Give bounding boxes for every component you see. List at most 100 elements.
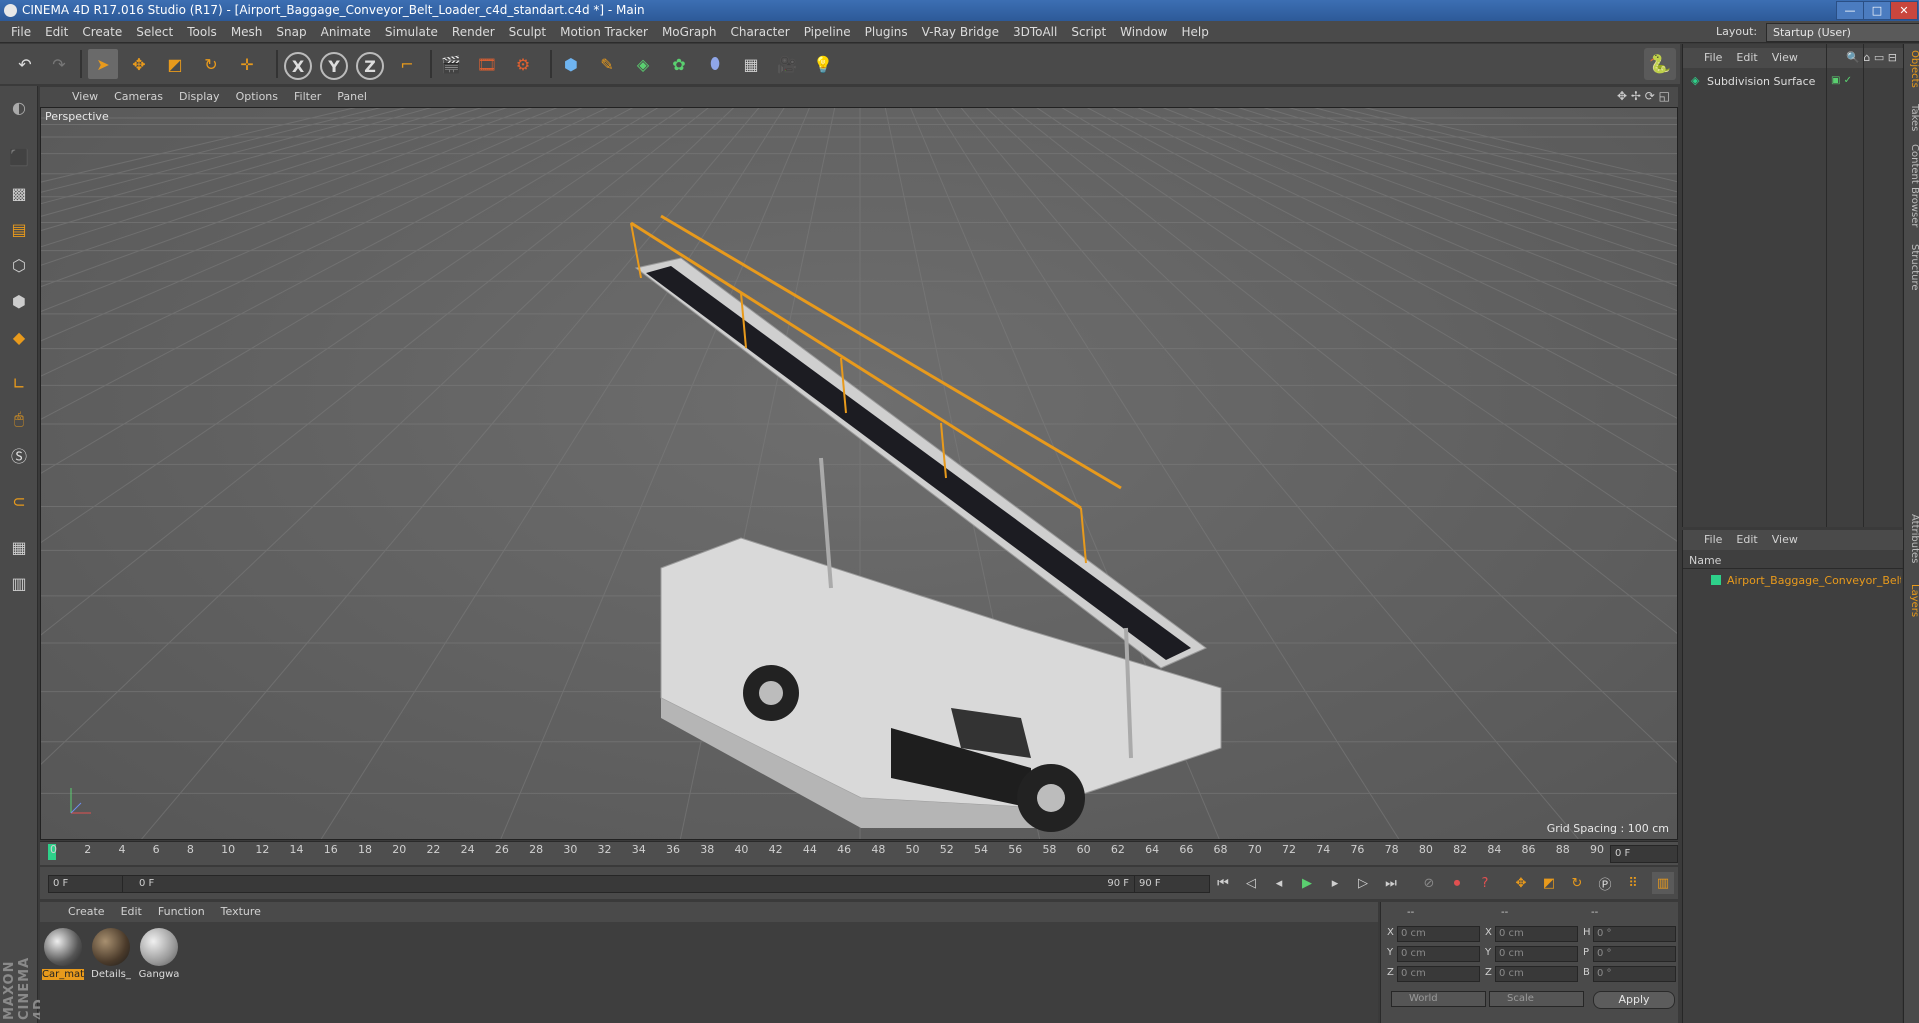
material-menu-edit[interactable]: Edit <box>113 902 150 922</box>
material-menu-function[interactable]: Function <box>150 902 213 922</box>
menu-animate[interactable]: Animate <box>314 21 378 43</box>
coord-value-field[interactable]: 0 cm <box>1495 946 1578 962</box>
viewport-menu-cameras[interactable]: Cameras <box>106 87 171 107</box>
frame-range-slider[interactable]: 0 F 90 F <box>122 875 1136 893</box>
python-icon[interactable]: 🐍 <box>1644 48 1676 80</box>
viewport-menu-options[interactable]: Options <box>228 87 286 107</box>
menu-render[interactable]: Render <box>445 21 502 43</box>
timeline-ruler[interactable]: 0 2 4 6 8 10 12 14 16 18 20 22 24 26 28 30 32 34 36 38 40 42 4… <box>40 841 1678 865</box>
material-menu-texture[interactable]: Texture <box>213 902 269 922</box>
menu-mesh[interactable]: Mesh <box>224 21 270 43</box>
record-keys-button[interactable]: ⊘ <box>1418 872 1440 894</box>
side-tab-takes[interactable]: Takes <box>1904 104 1919 131</box>
go-to-end-button[interactable]: ⏭ <box>1380 872 1402 894</box>
workplane-mode-button[interactable]: ▤ <box>4 214 34 244</box>
y-axis-button[interactable]: Y <box>320 52 348 80</box>
menu-script[interactable]: Script <box>1064 21 1113 43</box>
object-row-subdivision-surface[interactable]: ◈ Subdivision Surface <box>1683 72 1823 90</box>
menu-create[interactable]: Create <box>75 21 129 43</box>
objects-menu-view[interactable]: View <box>1765 48 1805 68</box>
floor-button[interactable]: ▦ <box>736 49 766 79</box>
menu-simulate[interactable]: Simulate <box>378 21 445 43</box>
side-tab-attributes[interactable]: Attributes <box>1904 514 1919 563</box>
object-toolbar-icons[interactable]: 🔍 ⌂ ▭ ⊟ <box>1846 51 1897 64</box>
menu-snap[interactable]: Snap <box>269 21 313 43</box>
layers-menu-file[interactable]: File <box>1697 530 1729 550</box>
side-tab-layers[interactable]: Layers <box>1904 584 1919 617</box>
key-parameter-button[interactable]: Ⓟ <box>1594 872 1616 894</box>
menu-edit[interactable]: Edit <box>38 21 75 43</box>
menu-v-ray-bridge[interactable]: V-Ray Bridge <box>915 21 1006 43</box>
transform-tool-button[interactable]: ✛ <box>232 49 262 79</box>
key-scale-button[interactable]: ◩ <box>1538 872 1560 894</box>
material-details[interactable]: Details_ <box>90 926 132 986</box>
end-frame-field[interactable]: 90 F <box>1134 875 1210 893</box>
play-button[interactable]: ▶ <box>1296 872 1318 894</box>
autokey-button[interactable]: ⏺ <box>1446 872 1468 894</box>
next-key-button[interactable]: ▷ <box>1352 872 1374 894</box>
menu-help[interactable]: Help <box>1174 21 1215 43</box>
menu-window[interactable]: Window <box>1113 21 1174 43</box>
previous-frame-button[interactable]: ◂ <box>1268 872 1290 894</box>
key-pla-button[interactable]: ⠿ <box>1622 872 1644 894</box>
menu-select[interactable]: Select <box>129 21 180 43</box>
texture-mode-button[interactable]: ▩ <box>4 178 34 208</box>
scale-tool-button[interactable]: ◩ <box>160 49 190 79</box>
cloner-button[interactable]: ✿ <box>664 49 694 79</box>
tweak-mode-button[interactable]: 🖱 <box>4 404 34 434</box>
select-tool-button[interactable]: ➤ <box>88 49 118 79</box>
visibility-check-icon[interactable]: ▣ ✓ <box>1831 75 1852 86</box>
edges-mode-button[interactable]: ⬢ <box>4 286 34 316</box>
go-to-start-button[interactable]: ⏮ <box>1212 872 1234 894</box>
layer-row[interactable]: Airport_Baggage_Conveyor_Belt_L <box>1683 572 1903 590</box>
render-view-button[interactable]: 🎬 <box>436 49 466 79</box>
menu-3dtoall[interactable]: 3DToAll <box>1006 21 1064 43</box>
previous-key-button[interactable]: ◁ <box>1240 872 1262 894</box>
camera-button[interactable]: 🎥 <box>772 49 802 79</box>
material-car-mat[interactable]: Car_mat <box>42 926 84 986</box>
coord-value-field[interactable]: 0 cm <box>1495 966 1578 982</box>
viewport-menu-filter[interactable]: Filter <box>286 87 329 107</box>
material-gangwa[interactable]: Gangwa <box>138 926 180 986</box>
timeline-button[interactable]: ▥ <box>1652 872 1674 894</box>
material-menu-create[interactable]: Create <box>60 902 113 922</box>
rotate-tool-button[interactable]: ↻ <box>196 49 226 79</box>
coord-value-field[interactable]: 0 cm <box>1397 946 1480 962</box>
key-position-button[interactable]: ✥ <box>1510 872 1532 894</box>
polygons-mode-button[interactable]: ◆ <box>4 322 34 352</box>
menu-sculpt[interactable]: Sculpt <box>502 21 553 43</box>
start-frame-field[interactable]: 0 F <box>48 875 124 893</box>
layers-menu-view[interactable]: View <box>1765 530 1805 550</box>
keyframe-selection-button[interactable]: ? <box>1474 872 1496 894</box>
layers-menu-edit[interactable]: Edit <box>1729 530 1764 550</box>
side-tab-content-browser[interactable]: Content Browser <box>1904 144 1919 227</box>
cube-object-button[interactable]: ⬢ <box>556 49 586 79</box>
lock-workplane-button[interactable]: ▦ <box>4 532 34 562</box>
model-mode-button[interactable]: ⬛ <box>4 142 34 172</box>
key-rotation-button[interactable]: ↻ <box>1566 872 1588 894</box>
coord-value-field[interactable]: 0 ° <box>1593 926 1676 942</box>
deformer-button[interactable]: ⬮ <box>700 49 730 79</box>
layout-select[interactable]: Startup (User)▾ <box>1766 23 1919 42</box>
coord-value-field[interactable]: 0 ° <box>1593 946 1676 962</box>
render-settings-button[interactable]: ⚙ <box>508 49 538 79</box>
z-axis-button[interactable]: Z <box>356 52 384 80</box>
menu-mograph[interactable]: MoGraph <box>655 21 724 43</box>
menu-motion-tracker[interactable]: Motion Tracker <box>553 21 655 43</box>
viewport-menu-view[interactable]: View <box>64 87 106 107</box>
next-frame-button[interactable]: ▸ <box>1324 872 1346 894</box>
objects-menu-file[interactable]: File <box>1697 48 1729 68</box>
menu-plugins[interactable]: Plugins <box>858 21 915 43</box>
viewport-nav-icons[interactable]: ✥ ✢ ⟳ ◱ <box>1617 89 1670 103</box>
apply-button[interactable]: Apply <box>1593 991 1675 1009</box>
minimize-button[interactable]: — <box>1836 1 1864 20</box>
make-editable-button[interactable]: ◐ <box>4 92 34 122</box>
coord-value-field[interactable]: 0 cm <box>1495 926 1578 942</box>
coord-value-field[interactable]: 0 cm <box>1397 926 1480 942</box>
coordinate-system-button[interactable]: ⌐ <box>392 49 422 79</box>
planar-workplane-button[interactable]: ▥ <box>4 568 34 598</box>
menu-tools[interactable]: Tools <box>180 21 224 43</box>
side-tab-objects[interactable]: Objects <box>1904 50 1919 88</box>
snap-button[interactable]: Ⓢ <box>4 440 34 470</box>
move-tool-button[interactable]: ✥ <box>124 49 154 79</box>
